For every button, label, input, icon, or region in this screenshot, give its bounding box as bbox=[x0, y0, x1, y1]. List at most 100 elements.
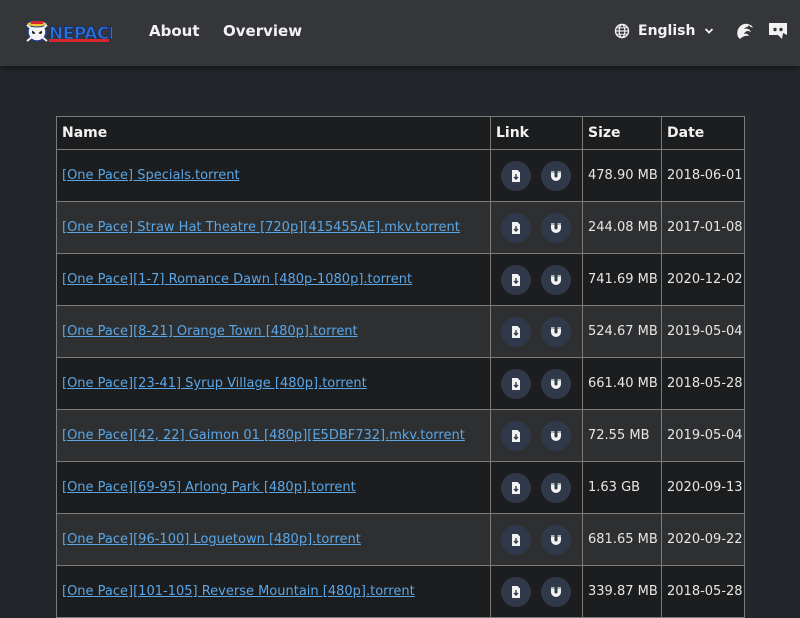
torrent-link[interactable]: [One Pace] Specials.torrent bbox=[62, 168, 240, 183]
torrent-table: Name Link Size Date [One Pace] Specials.… bbox=[56, 116, 745, 618]
size-cell: 478.90 MB bbox=[582, 149, 662, 202]
download-torrent-button[interactable] bbox=[501, 264, 531, 295]
torrent-link[interactable]: [One Pace][69-95] Arlong Park [480p].tor… bbox=[62, 480, 356, 495]
torrent-file-icon bbox=[512, 429, 520, 442]
link-cell bbox=[490, 149, 583, 202]
table-header-row: Name Link Size Date bbox=[56, 116, 745, 150]
download-torrent-button[interactable] bbox=[501, 524, 531, 555]
magnet-link-button[interactable] bbox=[541, 316, 571, 347]
download-torrent-button[interactable] bbox=[501, 576, 531, 607]
magnet-link-button[interactable] bbox=[541, 212, 571, 243]
torrent-link[interactable]: [One Pace][101-105] Reverse Mountain [48… bbox=[62, 584, 415, 599]
torrent-link[interactable]: [One Pace][1-7] Romance Dawn [480p-1080p… bbox=[62, 272, 412, 287]
torrent-file-icon bbox=[512, 169, 520, 182]
language-selector[interactable]: English bbox=[614, 20, 715, 42]
globe-icon bbox=[614, 23, 630, 39]
table-row: [One Pace][8-21] Orange Town [480p].torr… bbox=[56, 305, 745, 358]
torrent-link[interactable]: [One Pace][96-100] Loguetown [480p].torr… bbox=[62, 532, 361, 547]
magnet-icon bbox=[551, 482, 561, 493]
torrent-file-icon bbox=[512, 325, 520, 338]
magnet-icon bbox=[551, 274, 561, 285]
magnet-link-button[interactable] bbox=[541, 264, 571, 295]
name-cell: [One Pace][96-100] Loguetown [480p].torr… bbox=[56, 513, 491, 566]
torrent-table-container: Name Link Size Date [One Pace] Specials.… bbox=[56, 116, 745, 618]
magnet-link-button[interactable] bbox=[541, 160, 571, 191]
download-torrent-button[interactable] bbox=[501, 160, 531, 191]
name-cell: [One Pace][1-7] Romance Dawn [480p-1080p… bbox=[56, 253, 491, 306]
magnet-link-button[interactable] bbox=[541, 472, 571, 503]
size-cell: 244.08 MB bbox=[582, 201, 662, 254]
size-cell: 339.87 MB bbox=[582, 565, 662, 618]
column-header-size: Size bbox=[582, 116, 662, 150]
magnet-icon bbox=[551, 326, 561, 337]
link-cell bbox=[490, 409, 583, 462]
size-cell: 661.40 MB bbox=[582, 357, 662, 410]
column-header-link: Link bbox=[490, 116, 583, 150]
hydra-icon[interactable] bbox=[734, 20, 756, 42]
magnet-link-button[interactable] bbox=[541, 420, 571, 451]
date-cell: 2020-09-22 bbox=[661, 513, 745, 566]
link-cell bbox=[490, 253, 583, 306]
table-row: [One Pace][1-7] Romance Dawn [480p-1080p… bbox=[56, 253, 745, 306]
link-cell bbox=[490, 201, 583, 254]
link-cell bbox=[490, 357, 583, 410]
download-torrent-button[interactable] bbox=[501, 212, 531, 243]
magnet-icon bbox=[551, 222, 561, 233]
torrent-file-icon bbox=[512, 481, 520, 494]
download-torrent-button[interactable] bbox=[501, 472, 531, 503]
name-cell: [One Pace][42, 22] Gaimon 01 [480p][E5DB… bbox=[56, 409, 491, 462]
torrent-link[interactable]: [One Pace][23-41] Syrup Village [480p].t… bbox=[62, 376, 367, 391]
name-cell: [One Pace][23-41] Syrup Village [480p].t… bbox=[56, 357, 491, 410]
download-torrent-button[interactable] bbox=[501, 368, 531, 399]
size-cell: 681.65 MB bbox=[582, 513, 662, 566]
torrent-link[interactable]: [One Pace][8-21] Orange Town [480p].torr… bbox=[62, 324, 358, 339]
magnet-link-button[interactable] bbox=[541, 576, 571, 607]
link-cell bbox=[490, 513, 583, 566]
table-body: [One Pace] Specials.torrent 478.90 MB 20… bbox=[56, 149, 745, 618]
date-cell: 2018-05-28 bbox=[661, 357, 745, 410]
magnet-icon bbox=[551, 378, 561, 389]
link-cell bbox=[490, 305, 583, 358]
size-cell: 1.63 GB bbox=[582, 461, 662, 514]
date-cell: 2020-12-02 bbox=[661, 253, 745, 306]
date-cell: 2017-01-08 bbox=[661, 201, 745, 254]
date-cell: 2018-05-28 bbox=[661, 565, 745, 618]
column-header-name: Name bbox=[56, 116, 491, 150]
one-pace-logo[interactable]: NEPACE bbox=[24, 13, 112, 49]
torrent-file-icon bbox=[512, 585, 520, 598]
top-navigation-bar: NEPACE About Overview English bbox=[0, 0, 800, 66]
magnet-link-button[interactable] bbox=[541, 524, 571, 555]
download-torrent-button[interactable] bbox=[501, 420, 531, 451]
nav-about-link[interactable]: About bbox=[149, 21, 200, 41]
size-cell: 741.69 MB bbox=[582, 253, 662, 306]
torrent-file-icon bbox=[512, 221, 520, 234]
magnet-icon bbox=[551, 586, 561, 597]
size-cell: 524.67 MB bbox=[582, 305, 662, 358]
name-cell: [One Pace] Specials.torrent bbox=[56, 149, 491, 202]
magnet-icon bbox=[551, 170, 561, 181]
name-cell: [One Pace] Straw Hat Theatre [720p][4154… bbox=[56, 201, 491, 254]
torrent-file-icon bbox=[512, 533, 520, 546]
table-row: [One Pace][96-100] Loguetown [480p].torr… bbox=[56, 513, 745, 566]
name-cell: [One Pace][8-21] Orange Town [480p].torr… bbox=[56, 305, 491, 358]
torrent-link[interactable]: [One Pace][42, 22] Gaimon 01 [480p][E5DB… bbox=[62, 428, 465, 443]
magnet-link-button[interactable] bbox=[541, 368, 571, 399]
date-cell: 2019-05-04 bbox=[661, 409, 745, 462]
download-torrent-button[interactable] bbox=[501, 316, 531, 347]
date-cell: 2020-09-13 bbox=[661, 461, 745, 514]
torrent-link[interactable]: [One Pace] Straw Hat Theatre [720p][4154… bbox=[62, 220, 460, 235]
table-row: [One Pace][23-41] Syrup Village [480p].t… bbox=[56, 357, 745, 410]
table-row: [One Pace] Specials.torrent 478.90 MB 20… bbox=[56, 149, 745, 202]
torrent-file-icon bbox=[512, 273, 520, 286]
torrent-file-icon bbox=[512, 377, 520, 390]
table-row: [One Pace][42, 22] Gaimon 01 [480p][E5DB… bbox=[56, 409, 745, 462]
table-row: [One Pace][101-105] Reverse Mountain [48… bbox=[56, 565, 745, 618]
column-header-date: Date bbox=[661, 116, 745, 150]
date-cell: 2019-05-04 bbox=[661, 305, 745, 358]
link-cell bbox=[490, 461, 583, 514]
nav-overview-link[interactable]: Overview bbox=[223, 21, 302, 41]
language-label: English bbox=[638, 23, 696, 39]
magnet-icon bbox=[551, 534, 561, 545]
discord-icon[interactable] bbox=[767, 20, 789, 42]
date-cell: 2018-06-01 bbox=[661, 149, 745, 202]
